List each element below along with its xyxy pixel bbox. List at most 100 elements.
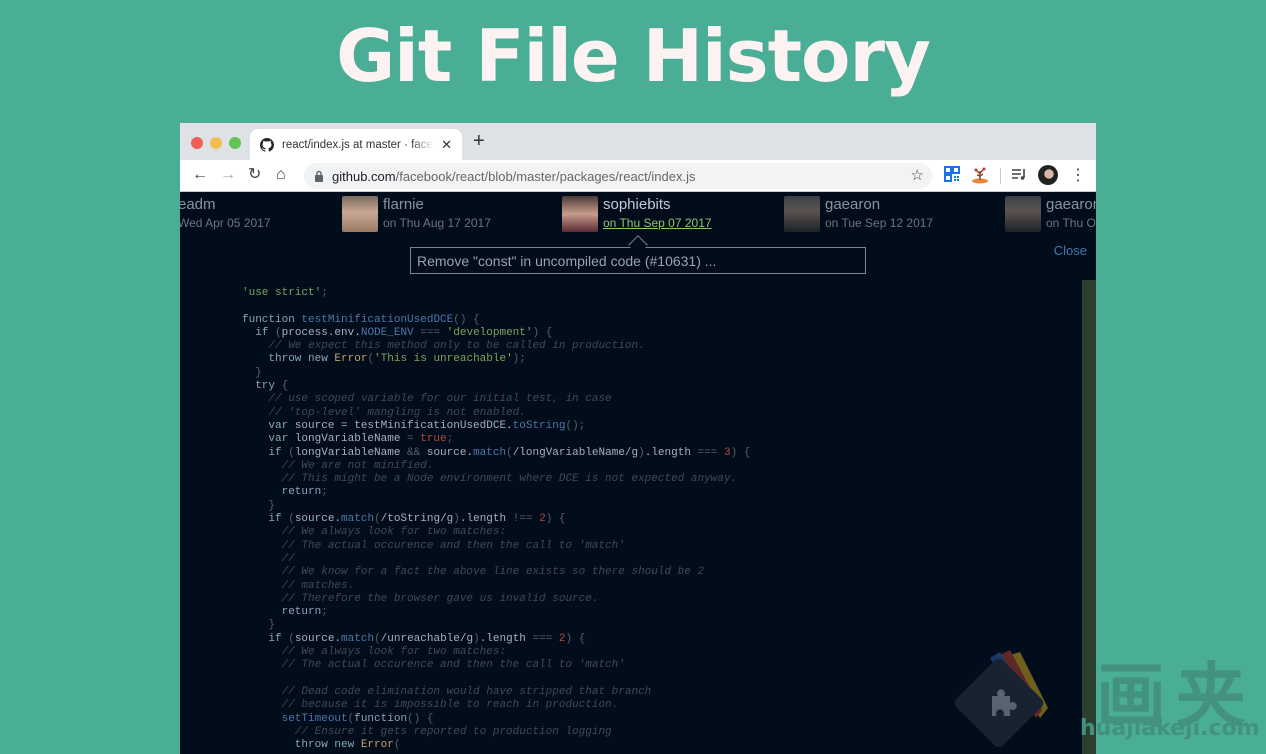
scrollbar[interactable] <box>1082 280 1096 754</box>
code-line: throw new Error( <box>242 739 750 752</box>
code-token: === <box>532 632 559 645</box>
code-line: try { <box>242 380 750 393</box>
new-tab-button[interactable]: + <box>473 130 485 153</box>
code-token: // This might be a Node environment wher… <box>242 473 738 486</box>
commit-date: on Tue Sep 12 2017 <box>825 216 934 230</box>
code-line: return; <box>242 486 750 499</box>
commit-date-link[interactable]: on Thu Sep 07 2017 <box>603 215 712 231</box>
playlist-icon[interactable] <box>1011 167 1027 181</box>
code-token: // We expect this method only to be call… <box>242 340 645 353</box>
code-token: 'use strict' <box>242 287 322 299</box>
commit-author: gaearon <box>1046 196 1096 213</box>
code-line: // We always look for two matches: <box>242 646 750 659</box>
code-token: ) { <box>545 513 566 526</box>
home-icon[interactable]: ⌂ <box>276 165 286 185</box>
code-token: 'development' <box>446 326 533 339</box>
window-close-button[interactable] <box>191 137 203 149</box>
browser-menu-icon[interactable]: ⋮ <box>1070 165 1086 185</box>
code-token: ; <box>321 287 328 299</box>
code-token: 3 <box>723 446 731 459</box>
code-token: === <box>697 446 724 459</box>
window-minimize-button[interactable] <box>210 137 222 149</box>
commit-item[interactable]: eadm Wed Apr 05 2017 <box>180 196 271 231</box>
commit-date: on Thu Aug 17 2017 <box>383 216 491 230</box>
code-token: if <box>242 446 289 459</box>
commit-item[interactable]: gaearon on Thu Oct <box>1005 196 1096 232</box>
code-token: testMinificationUsedDCE <box>301 313 454 326</box>
code-token: Error <box>360 739 394 752</box>
commit-author: eadm <box>180 196 216 213</box>
code-token: // because it is impossible to reach in … <box>242 699 619 712</box>
code-token: match <box>341 632 375 645</box>
code-token: ) <box>453 513 460 526</box>
code-view: 'use strict'; function testMinificationU… <box>242 287 750 752</box>
close-button[interactable]: Close <box>1054 243 1087 258</box>
window-maximize-button[interactable] <box>229 137 241 149</box>
code-line: } <box>242 500 750 513</box>
code-token: ( <box>275 326 282 339</box>
address-bar[interactable]: github.com/facebook/react/blob/master/pa… <box>304 163 932 189</box>
code-token: .length <box>479 632 533 645</box>
code-token: source. <box>426 446 474 459</box>
code-line: return; <box>242 606 750 619</box>
code-token: { <box>281 380 289 393</box>
code-line: // We expect this method only to be call… <box>242 340 750 353</box>
code-token: // Ensure it gets reported to production… <box>242 725 612 738</box>
code-token: ( <box>506 446 513 459</box>
code-token: ; <box>321 486 328 499</box>
code-line: if (process.env.NODE_ENV === 'developmen… <box>242 327 750 340</box>
browser-tab[interactable]: react/index.js at master · facebook/reac… <box>250 129 462 160</box>
avatar <box>784 196 820 232</box>
code-token: // The actual occurence and then the cal… <box>242 659 625 672</box>
tab-strip: react/index.js at master · facebook/reac… <box>180 123 1096 160</box>
commit-author: gaearon <box>825 196 881 213</box>
watermark-url: huajiakeji.com <box>1080 716 1260 741</box>
code-token: 'This is unreachable' <box>374 353 513 366</box>
code-token: // matches. <box>242 579 355 592</box>
code-token: setTimeout <box>242 712 348 725</box>
commit-item[interactable]: flarnie on Thu Aug 17 2017 <box>342 196 491 232</box>
commit-item[interactable]: gaearon on Tue Sep 12 2017 <box>784 196 933 232</box>
code-token: ( <box>393 739 401 752</box>
code-token: // We always look for two matches: <box>242 526 507 539</box>
code-line: // 'top-level' mangling is not enabled. <box>242 407 750 420</box>
code-token: .length <box>644 446 698 459</box>
profile-avatar[interactable] <box>1038 165 1058 185</box>
qr-code-icon[interactable] <box>944 166 960 182</box>
code-token: (); <box>565 419 586 432</box>
lock-icon <box>315 170 323 182</box>
code-token: 2 <box>558 632 566 645</box>
code-token: ); <box>512 353 526 366</box>
forward-arrow-icon[interactable]: → <box>220 165 236 185</box>
code-line: // use scoped variable for our initial t… <box>242 393 750 406</box>
code-token: () { <box>407 712 434 725</box>
tree-extension-icon[interactable] <box>971 166 989 184</box>
code-line: } <box>242 619 750 632</box>
code-line: function testMinificationUsedDCE() { <box>242 314 750 327</box>
code-token: /longVariableName/g <box>512 446 639 459</box>
code-line: // Ensure it gets reported to production… <box>242 726 750 739</box>
reload-icon[interactable]: ↻ <box>248 165 261 185</box>
puzzle-extension-watermark-icon <box>954 650 1048 748</box>
browser-toolbar: ← → ↻ ⌂ github.com/facebook/react/blob/m… <box>180 160 1096 192</box>
code-token: !== <box>512 513 540 526</box>
code-token: match <box>341 513 375 526</box>
code-token: () { <box>453 313 480 326</box>
tab-close-icon[interactable]: ✕ <box>441 137 452 153</box>
code-token: var <box>242 433 295 446</box>
code-line: if (longVariableName && source.match(/lo… <box>242 447 750 460</box>
code-token: // <box>242 552 295 565</box>
code-token: ( <box>288 446 295 459</box>
bookmark-star-icon[interactable]: ☆ <box>911 166 924 184</box>
code-token: 2 <box>539 513 546 526</box>
code-line: 'use strict'; <box>242 287 750 300</box>
code-token: ; <box>446 433 454 446</box>
code-token: // We always look for two matches: <box>242 646 507 659</box>
back-arrow-icon[interactable]: ← <box>192 165 208 185</box>
code-token: source. <box>294 632 342 645</box>
code-token: // The actual occurence and then the cal… <box>242 539 625 552</box>
commit-item-active[interactable]: sophiebits on Thu Sep 07 2017 <box>562 196 712 232</box>
code-line: // because it is impossible to reach in … <box>242 699 750 712</box>
code-token: ( <box>374 513 381 526</box>
